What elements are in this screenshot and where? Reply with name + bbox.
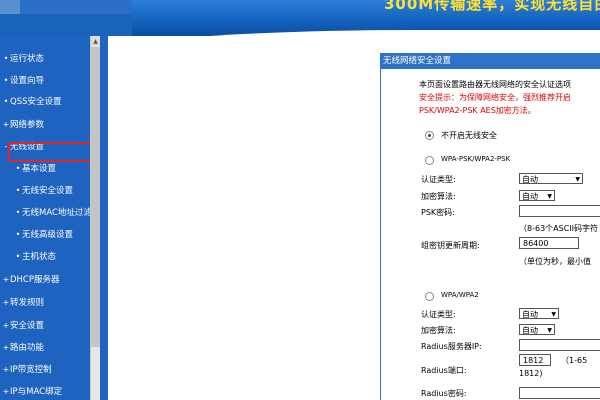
- label-wpa-psk: WPA-PSK/WPA2-PSK: [441, 155, 511, 163]
- plus-icon: +: [2, 321, 10, 330]
- radius-password-label: Radius密码:: [421, 389, 467, 398]
- sidebar-item-dhcp[interactable]: +DHCP服务器: [0, 271, 60, 289]
- sidebar-nav: • 运行状态 • 设置向导 • QSS安全设置 +网络参数 - 无线设置 • 基本设置 •…: [0, 36, 90, 400]
- chevron-down-icon: ▼: [547, 327, 552, 334]
- chevron-down-icon: ▼: [575, 176, 580, 183]
- psk-password-input[interactable]: [519, 205, 600, 217]
- encryption-select[interactable]: 自动 ▼: [519, 190, 555, 201]
- banner-logo-area: [0, 0, 132, 36]
- sidebar-item-status[interactable]: • 运行状态: [0, 50, 44, 68]
- sidebar-item-forwarding[interactable]: +转发规则: [0, 294, 44, 312]
- bullet-icon: •: [3, 76, 9, 85]
- auth-type-select[interactable]: 自动 ▼: [519, 173, 583, 184]
- selected-item-highlight: [8, 142, 94, 162]
- plus-icon: +: [2, 275, 10, 284]
- psk-hint: （8-63个ASCII码字符: [519, 224, 599, 233]
- banner-slogan: 300M传输速率，实现无线自由连接梦想: [384, 0, 600, 13]
- auth-type2-label: 认证类型:: [421, 310, 456, 319]
- plus-icon: +: [2, 365, 10, 374]
- bullet-icon: •: [15, 164, 21, 173]
- scroll-up-icon[interactable]: ▲: [91, 37, 100, 46]
- wireless-security-panel: 无线网络安全设置 本页面设置路由器无线网络的安全认证选项 安全提示：为保障网络安…: [380, 53, 600, 400]
- psk-password-label: PSK密码:: [421, 208, 455, 217]
- group-key-label: 组密钥更新周期:: [421, 241, 480, 250]
- bullet-icon: •: [15, 230, 21, 239]
- sidebar-item-security[interactable]: +安全设置: [0, 317, 44, 335]
- plus-icon: +: [2, 343, 10, 352]
- plus-icon: +: [2, 120, 10, 129]
- sidebar-item-advanced[interactable]: • 无线高级设置: [0, 226, 73, 244]
- radio-wpa[interactable]: [425, 292, 434, 301]
- plus-icon: +: [2, 387, 10, 396]
- content-edge: [100, 36, 108, 400]
- label-no-security: 不开启无线安全: [441, 131, 497, 140]
- bullet-icon: •: [15, 252, 21, 261]
- group-key-input[interactable]: 86400: [519, 237, 579, 249]
- chevron-down-icon: ▼: [547, 193, 552, 200]
- banner: 300M传输速率，实现无线自由连接梦想: [0, 0, 600, 36]
- chevron-down-icon: ▼: [551, 311, 556, 318]
- sidebar-item-network[interactable]: +网络参数: [0, 116, 44, 134]
- radius-port-label: Radius端口:: [421, 366, 467, 375]
- bullet-icon: •: [15, 186, 21, 195]
- bullet-icon: •: [3, 97, 9, 106]
- radio-wpa-psk[interactable]: [425, 156, 434, 165]
- radius-port-default: 1812): [519, 369, 543, 378]
- sidebar-item-host-status[interactable]: • 主机状态: [0, 248, 56, 266]
- intro-text: 本页面设置路由器无线网络的安全认证选项: [419, 80, 571, 89]
- sidebar-item-qss[interactable]: • QSS安全设置: [0, 93, 62, 111]
- sidebar-item-mac-filter[interactable]: • 无线MAC地址过滤: [0, 204, 90, 222]
- logo-box: [0, 0, 21, 14]
- security-tip: 安全提示：为保障网络安全，强烈推荐开启: [419, 93, 571, 102]
- radius-port-hint: （1-65: [561, 356, 588, 365]
- sidebar-item-bandwidth[interactable]: +IP带宽控制: [0, 361, 52, 379]
- auth-type2-select[interactable]: 自动 ▼: [519, 308, 559, 319]
- security-tip-cont: PSK/WPA2-PSK AES加密方法。: [419, 106, 536, 115]
- radius-password-input[interactable]: [519, 387, 600, 399]
- group-key-hint: （单位为秒，最小值: [519, 257, 591, 266]
- radio-no-security[interactable]: [425, 131, 434, 140]
- radius-ip-input[interactable]: [519, 339, 600, 351]
- sidebar-item-wireless-security[interactable]: • 无线安全设置: [0, 182, 73, 200]
- bullet-icon: •: [3, 54, 9, 63]
- plus-icon: +: [2, 298, 10, 307]
- auth-type-label: 认证类型:: [421, 175, 456, 184]
- scrollbar-thumb[interactable]: [91, 47, 100, 347]
- radius-ip-label: Radius服务器IP:: [421, 342, 482, 351]
- encryption-label: 加密算法:: [421, 192, 456, 201]
- logo-strip: [20, 0, 132, 14]
- label-wpa: WPA/WPA2: [441, 291, 479, 299]
- panel-title: 无线网络安全设置: [381, 53, 600, 69]
- encryption2-label: 加密算法:: [421, 326, 456, 335]
- sidebar-item-routing[interactable]: +路由功能: [0, 339, 44, 357]
- encryption2-select[interactable]: 自动 ▼: [519, 324, 555, 335]
- sidebar-item-wizard[interactable]: • 设置向导: [0, 72, 44, 90]
- sidebar-item-basic[interactable]: • 基本设置: [0, 160, 56, 178]
- bullet-icon: •: [15, 208, 21, 217]
- sidebar-item-ip-mac-binding[interactable]: +IP与MAC绑定: [0, 383, 62, 400]
- radius-port-input[interactable]: 1812: [519, 354, 551, 366]
